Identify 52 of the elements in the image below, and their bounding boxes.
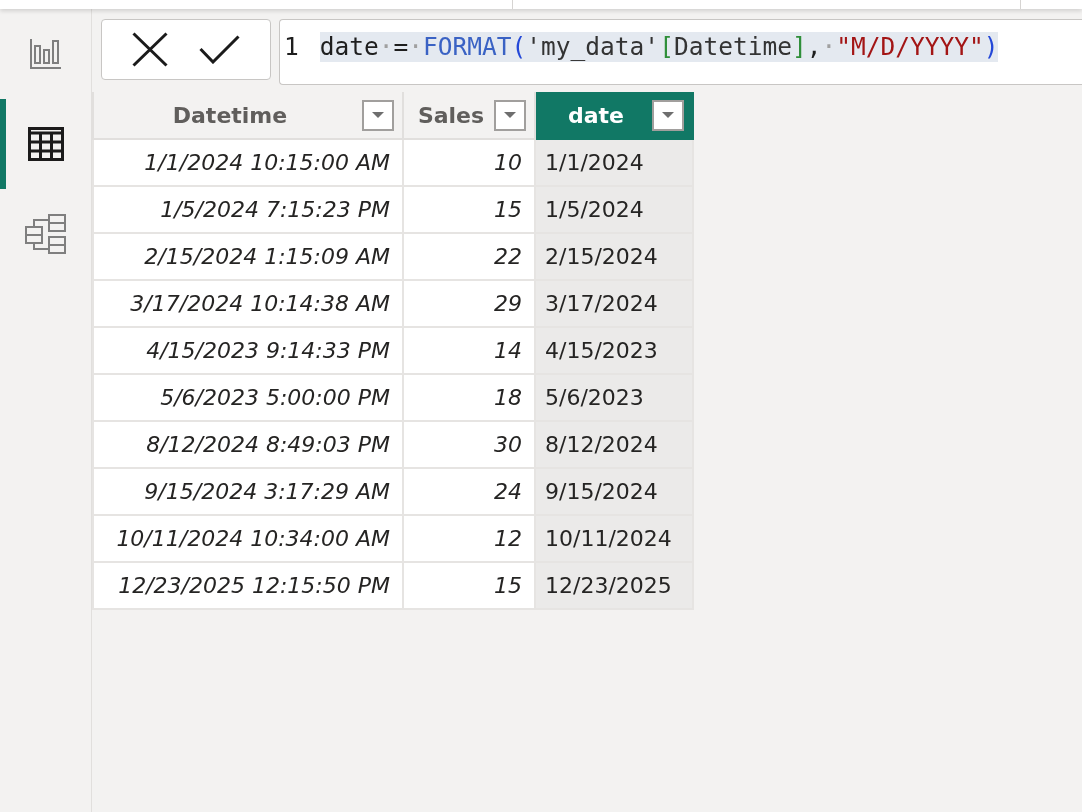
table-cell: 22 (403, 233, 535, 280)
table-cell: 15 (403, 562, 535, 609)
table-cell: 5/6/2023 5:00:00 PM (93, 374, 403, 421)
line-number: 1 (284, 32, 299, 62)
table-cell: 8/12/2024 (535, 421, 693, 468)
x-icon (132, 32, 169, 67)
table-cell: 18 (403, 374, 535, 421)
formula-field[interactable]: 1 date·=·FORMAT('my_data'[Datetime],·"M/D/YYYY") (279, 19, 1082, 85)
table-cell: 1/5/2024 7:15:23 PM (93, 186, 403, 233)
column-title: Sales (416, 102, 486, 128)
table-cell: 10/11/2024 (535, 515, 693, 562)
column-header[interactable]: Sales (403, 92, 535, 139)
table-cell: 1/1/2024 10:15:00 AM (93, 139, 403, 186)
table-cell: 10/11/2024 10:34:00 AM (93, 515, 403, 562)
bar-chart-icon (30, 39, 61, 69)
filter-dropdown-button[interactable] (362, 99, 394, 131)
filter-dropdown-button[interactable] (652, 99, 684, 131)
table-cell: 1/5/2024 (535, 186, 693, 233)
column-title: Datetime (171, 102, 289, 128)
formula-text: date·=·FORMAT('my_data'[Datetime],·"M/D/YYYY") (319, 32, 999, 62)
caret-icon (662, 112, 674, 118)
table-cell: 4/15/2023 (535, 327, 693, 374)
table-cell: 12/23/2025 (535, 562, 693, 609)
table-cell: 29 (403, 280, 535, 327)
commit-button[interactable] (198, 35, 240, 64)
table-cell: 2/15/2024 (535, 233, 693, 280)
table-cell: 14 (403, 327, 535, 374)
table-cell: 3/17/2024 10:14:38 AM (93, 280, 403, 327)
table-cell: 9/15/2024 (535, 468, 693, 515)
column-header[interactable]: Datetime (93, 92, 403, 139)
caret-icon (504, 112, 516, 118)
caret-icon (372, 112, 384, 118)
table-cell: 10 (403, 139, 535, 186)
table-cell: 12 (403, 515, 535, 562)
check-icon (198, 35, 240, 64)
diagram-icon (25, 214, 66, 254)
cancel-button[interactable] (132, 32, 169, 67)
table-cell: 5/6/2023 (535, 374, 693, 421)
table-cell: 12/23/2025 12:15:50 PM (93, 562, 403, 609)
table-cell: 3/17/2024 (535, 280, 693, 327)
table-cell: 30 (403, 421, 535, 468)
table-cell: 8/12/2024 8:49:03 PM (93, 421, 403, 468)
column-title: date (567, 102, 625, 128)
table-icon (27, 127, 64, 161)
filter-dropdown-button[interactable] (494, 99, 526, 131)
table-cell: 4/15/2023 9:14:33 PM (93, 327, 403, 374)
table-cell: 2/15/2024 1:15:09 AM (93, 233, 403, 280)
column-header[interactable]: date (535, 92, 693, 139)
table-cell: 15 (403, 186, 535, 233)
table-cell: 9/15/2024 3:17:29 AM (93, 468, 403, 515)
table-cell: 1/1/2024 (535, 139, 693, 186)
table-cell: 24 (403, 468, 535, 515)
